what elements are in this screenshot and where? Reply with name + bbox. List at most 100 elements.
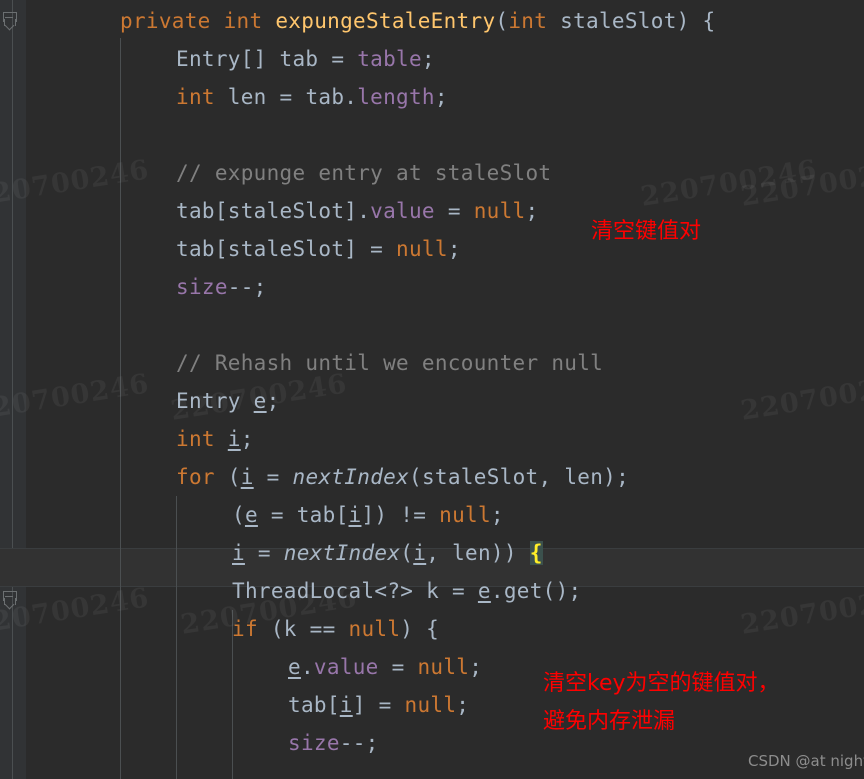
fold-dash [5, 17, 13, 18]
code-token-loc: e [253, 389, 267, 413]
code-token-pun: ; [469, 655, 483, 679]
code-token-fld: table [357, 47, 422, 71]
code-line[interactable]: // expunge entry at staleSlot [176, 154, 551, 192]
code-token-pun: tab[staleSlot] = [176, 237, 397, 261]
code-token-pun: (k == [257, 617, 349, 641]
code-token-pun: (staleSlot, len); [409, 465, 630, 489]
code-line[interactable]: tab[staleSlot].value = null; [176, 192, 538, 230]
code-token-cmt: // Rehash until we encounter null [176, 351, 604, 375]
code-token-fld: length [357, 85, 435, 109]
code-token-pun: ; [240, 427, 254, 451]
code-line[interactable]: Entry e; [176, 382, 280, 420]
code-token-loc: i [232, 541, 245, 565]
code-token-mth: nextIndex [283, 541, 401, 565]
code-token-fld: value [370, 199, 435, 223]
code-token-pun: = tab[ [257, 503, 349, 527]
code-token-pun: tab[staleSlot]. [176, 199, 371, 223]
csdn-credit-label: CSDN @at night [748, 752, 864, 770]
code-fold-arrow-icon[interactable] [3, 589, 22, 610]
code-token-loc: i [413, 541, 427, 565]
code-line[interactable]: size--; [288, 724, 379, 762]
code-line[interactable]: private int expungeStaleEntry(int staleS… [120, 2, 715, 40]
code-token-kw: null [396, 237, 448, 261]
code-line[interactable]: size--; [176, 268, 267, 306]
code-token-loc: e [477, 579, 491, 603]
code-token-pun: Entry [176, 389, 254, 413]
code-token-pun: Entry[] tab = [176, 47, 358, 71]
code-token-kw: private [120, 9, 211, 33]
code-token-pun: . [300, 655, 314, 679]
code-token-pun: tab[ [288, 693, 340, 717]
red-annotation-text: 清空key为空的键值对， [543, 671, 780, 696]
code-line[interactable]: if (k == null) { [232, 610, 439, 648]
code-line[interactable]: i = nextIndex(i, len)) { [232, 534, 543, 572]
code-line[interactable]: e.value = null; [288, 648, 482, 686]
code-token-kw: for [176, 465, 215, 489]
code-line[interactable]: Entry[] tab = table; [176, 40, 435, 78]
code-token-kw: int [176, 85, 215, 109]
code-line[interactable]: ThreadLocal<?> k = e.get(); [232, 572, 581, 610]
code-token-kw: null [404, 693, 457, 717]
code-token-brace-hl: { [529, 541, 543, 565]
code-token-loc: i [348, 503, 362, 527]
code-editor-window: private int expungeStaleEntry(int staleS… [0, 0, 864, 779]
code-token-pun: , len)) [426, 541, 530, 565]
code-token-pun: ( [400, 541, 414, 565]
code-token-loc: i [339, 693, 353, 717]
code-token-pun: ; [490, 503, 504, 527]
code-token-kw: int [176, 427, 215, 451]
code-token-kw: null [473, 199, 526, 223]
code-line[interactable]: tab[i] = null; [288, 686, 469, 724]
code-line[interactable]: int i; [176, 420, 254, 458]
code-token-fld: value [313, 655, 379, 679]
code-token-pun: ]) != [361, 503, 440, 527]
code-token-pun: len = tab. [214, 85, 358, 109]
code-line[interactable]: for (i = nextIndex(staleSlot, len); [176, 458, 629, 496]
code-token-pun: ] = [352, 693, 405, 717]
code-token-loc: i [227, 427, 241, 451]
code-content[interactable]: private int expungeStaleEntry(int staleS… [26, 0, 864, 779]
code-token-pun: ) { [676, 9, 716, 33]
code-token-kw: null [348, 617, 401, 641]
code-token-pun: ; [434, 85, 448, 109]
code-token-pun: ( [214, 465, 241, 489]
code-token-pun: ; [266, 389, 280, 413]
editor-surface[interactable]: private int expungeStaleEntry(int staleS… [0, 0, 864, 779]
code-token-pun: = [244, 541, 284, 565]
code-token-pun: ( [232, 503, 245, 527]
code-token-pun: .get(); [490, 579, 582, 603]
code-token-loc: e [288, 655, 301, 679]
fold-dash [5, 596, 13, 597]
code-token-kw: int [223, 9, 263, 33]
code-token-kw: int [508, 9, 548, 33]
code-token-pun [215, 427, 228, 451]
code-token-pun: ( [495, 9, 509, 33]
code-token-pun: --; [227, 275, 267, 299]
code-token-mth: nextIndex [292, 465, 410, 489]
code-token-pun: = [434, 199, 474, 223]
code-token-pun [211, 9, 224, 33]
code-token-fld: size [288, 731, 340, 755]
code-token-pun: ) { [400, 617, 440, 641]
code-line[interactable]: tab[staleSlot] = null; [176, 230, 461, 268]
code-token-pun: ThreadLocal<?> k = [232, 579, 478, 603]
code-token-pun: ; [456, 693, 470, 717]
code-line[interactable]: (e = tab[i]) != null; [232, 496, 504, 534]
code-token-loc: e [244, 503, 258, 527]
code-token-loc: i [240, 465, 254, 489]
code-token-fld: size [176, 275, 228, 299]
code-fold-arrow-icon[interactable] [3, 10, 22, 31]
code-token-pun: = [253, 465, 293, 489]
code-token-prm: staleSlot [547, 9, 677, 33]
code-token-kw: null [417, 655, 470, 679]
code-token-fn: expungeStaleEntry [275, 9, 496, 33]
code-token-cmt: // expunge entry at staleSlot [176, 161, 552, 185]
code-line[interactable]: // Rehash until we encounter null [176, 344, 603, 382]
code-token-kw: if [232, 617, 258, 641]
red-annotation-text: 避免内存泄漏 [543, 709, 676, 734]
code-line[interactable]: int len = tab.length; [176, 78, 448, 116]
code-token-pun: = [378, 655, 418, 679]
code-token-pun [262, 9, 275, 33]
red-annotation-text: 清空键值对 [591, 219, 702, 244]
code-token-kw: null [439, 503, 491, 527]
